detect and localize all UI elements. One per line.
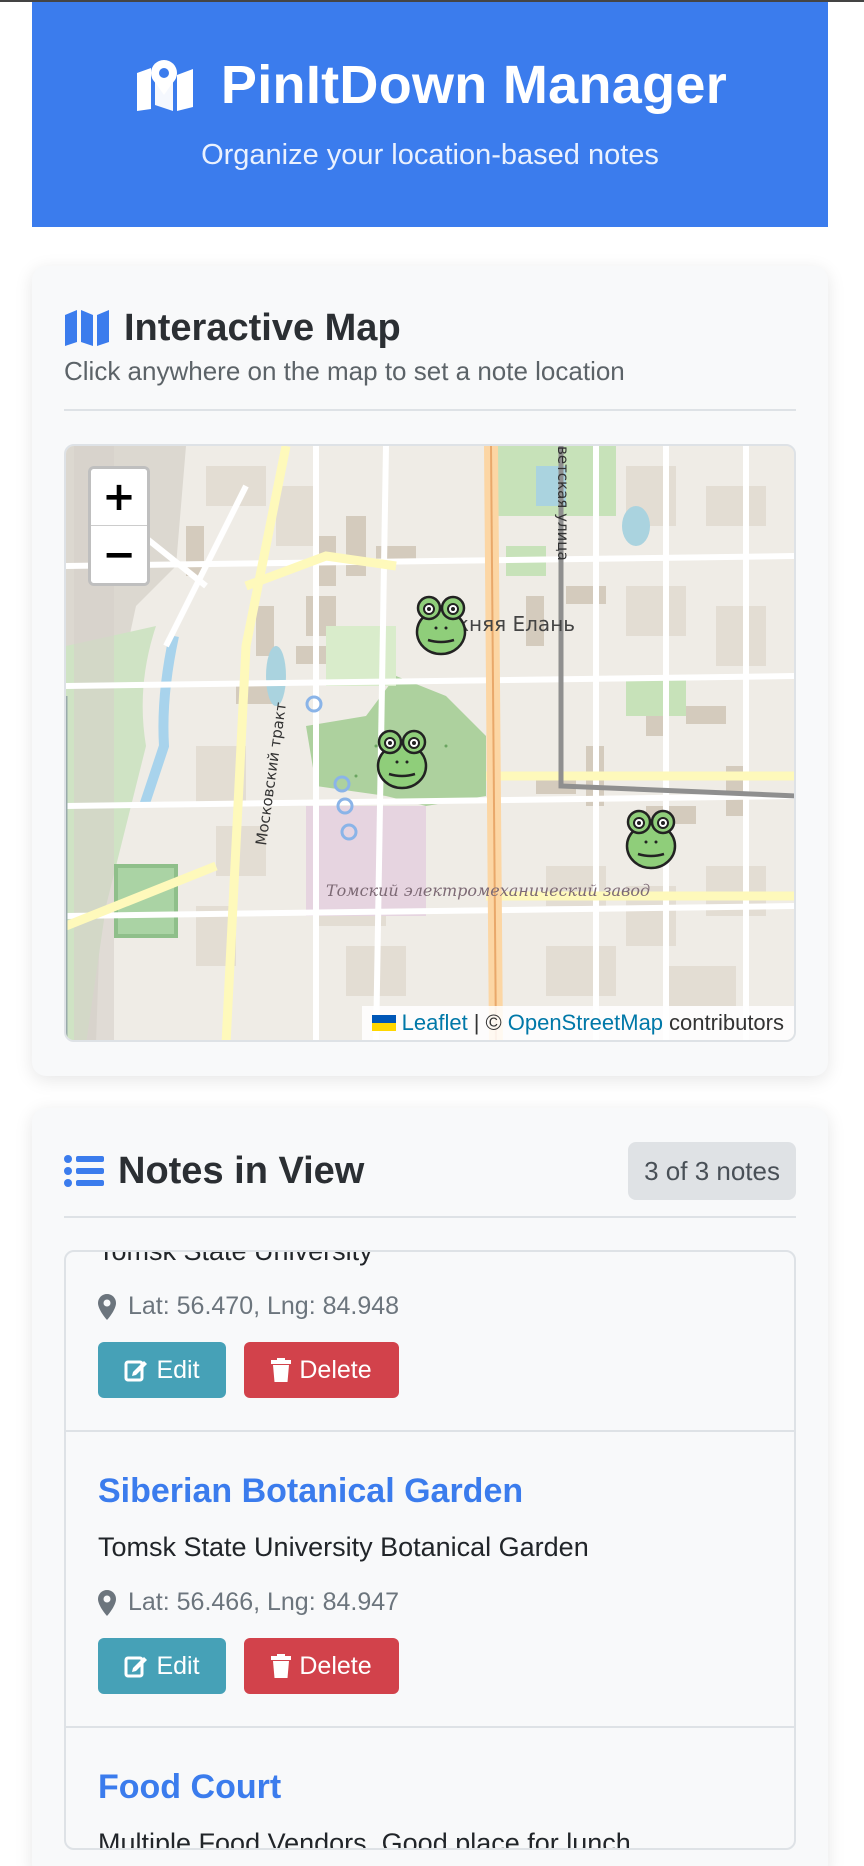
trash-icon [271,1654,292,1678]
app-title-row: PinItDown Manager [32,50,828,120]
map-card: Interactive Map Click anywhere on the ma… [32,266,828,1076]
delete-label: Delete [299,1651,372,1680]
map-attribution: Leaflet | © OpenStreetMap contributors [361,1006,794,1040]
map-section-title: Interactive Map [124,306,401,349]
leaflet-link[interactable]: Leaflet [402,1010,468,1036]
notes-list[interactable]: Tomsk State University Lat: 56.470, Lng:… [64,1250,796,1850]
edit-label: Edit [156,1651,200,1680]
note-coordinates-text: Lat: 56.470, Lng: 84.948 [128,1292,400,1320]
map-label-factory: Томский электромеханический завод [326,881,650,900]
note-title[interactable]: Food Court [98,1768,281,1807]
frog-marker-icon[interactable] [624,802,678,872]
edit-button[interactable]: Edit [98,1638,226,1694]
app-subtitle: Organize your location-based notes [201,139,659,171]
delete-button[interactable]: Delete [244,1342,399,1398]
frog-marker-icon[interactable] [375,722,429,792]
app-header: PinItDown Manager Organize your location… [32,2,828,227]
list-item: Siberian Botanical Garden Tomsk State Un… [66,1432,794,1728]
zoom-in-button[interactable]: + [91,469,147,526]
osm-link[interactable]: OpenStreetMap [508,1010,663,1036]
zoom-out-button[interactable]: − [91,526,147,583]
notes-section-header: Notes in View [64,1142,364,1200]
delete-label: Delete [299,1355,372,1384]
map-marked-icon [136,60,193,111]
notes-count-badge: 3 of 3 notes [628,1142,796,1200]
trash-icon [271,1358,292,1382]
map-label-street-2: ветская улица [554,446,572,561]
note-description: Tomsk State University Botanical Garden [98,1532,589,1562]
map-tiles: ижняя Елань Московский тракт ветская ули… [66,446,794,1040]
note-description: Tomsk State University [98,1250,373,1266]
note-description: Multiple Food Vendors. Good place for lu… [98,1828,631,1850]
edit-icon [124,1656,148,1678]
note-title[interactable]: Siberian Botanical Garden [98,1472,523,1511]
attribution-suffix: contributors [669,1010,784,1035]
map-pin-icon [98,1293,116,1320]
edit-button[interactable]: Edit [98,1342,226,1398]
note-coordinates-text: Lat: 56.466, Lng: 84.947 [128,1588,400,1616]
frog-marker-icon[interactable] [414,588,468,658]
list-item: Tomsk State University Lat: 56.470, Lng:… [66,1252,794,1432]
note-coordinates: Lat: 56.470, Lng: 84.948 [98,1292,399,1321]
map-section-subtitle: Click anywhere on the map to set a note … [64,356,625,386]
note-coordinates: Lat: 56.466, Lng: 84.947 [98,1588,399,1617]
notes-section-title: Notes in View [118,1149,365,1192]
list-item: Food Court Multiple Food Vendors. Good p… [66,1728,794,1850]
map-pin-icon [98,1589,116,1616]
list-icon [64,1155,104,1187]
delete-button[interactable]: Delete [244,1638,399,1694]
ukraine-flag-icon [371,1015,396,1031]
interactive-map[interactable]: ижняя Елань Московский тракт ветская ули… [64,444,796,1042]
notes-card: Notes in View 3 of 3 notes Tomsk State U… [32,1108,828,1866]
map-icon [65,310,109,346]
edit-label: Edit [156,1355,200,1384]
app-title: PinItDown Manager [220,55,728,115]
edit-icon [124,1360,148,1382]
map-section-header: Interactive Map [64,298,401,358]
map-divider [64,409,796,411]
zoom-control: + − [88,466,150,586]
notes-divider [64,1216,796,1218]
attribution-separator: | © [473,1010,502,1035]
